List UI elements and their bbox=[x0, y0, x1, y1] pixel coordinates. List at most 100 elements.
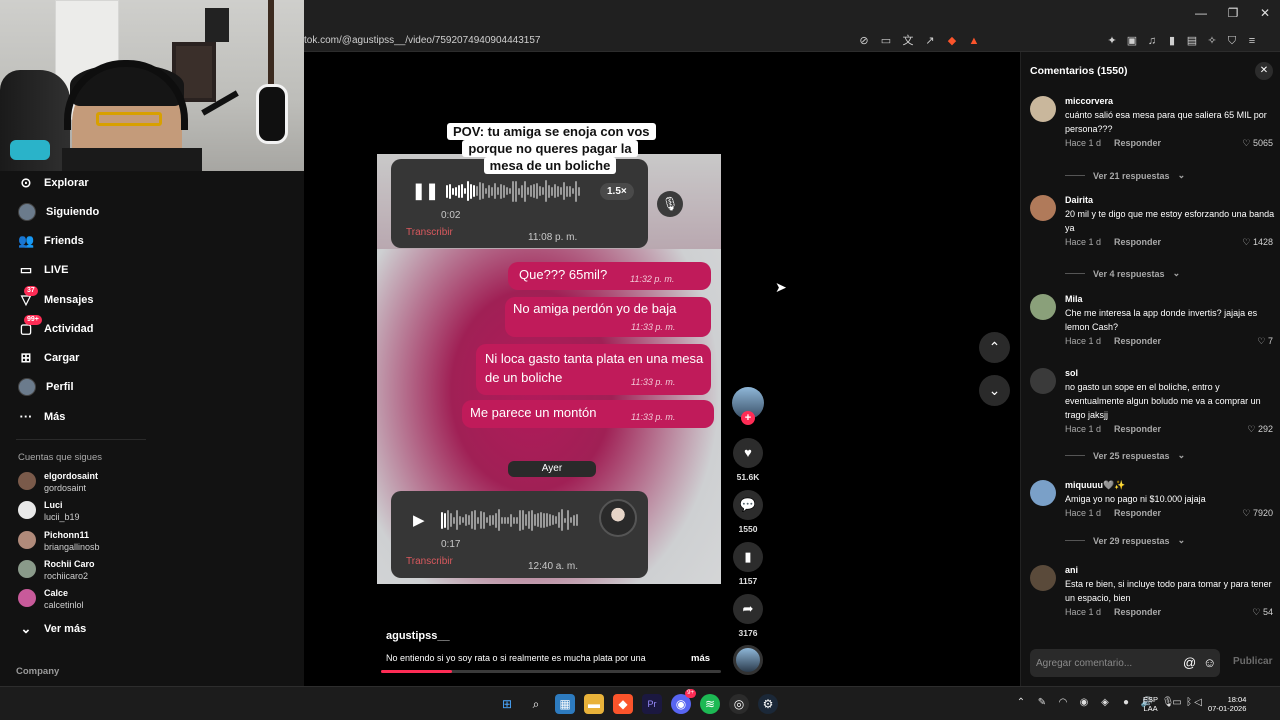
leo-icon[interactable]: ✧ bbox=[1204, 33, 1220, 49]
reply-button[interactable]: Responder bbox=[1114, 336, 1161, 346]
menu-icon[interactable]: ≡ bbox=[1244, 33, 1260, 49]
avatar[interactable] bbox=[1030, 368, 1056, 394]
music-disc-icon[interactable] bbox=[733, 645, 763, 675]
extensions-icon[interactable]: ✦ bbox=[1104, 33, 1120, 49]
headset-icon[interactable]: ◠ bbox=[1056, 696, 1070, 710]
caption-more-link[interactable]: más bbox=[691, 653, 710, 664]
keyboard-language[interactable]: ESP LAA bbox=[1143, 695, 1158, 713]
comment-username[interactable]: miccorvera bbox=[1065, 96, 1113, 106]
chevron-up-icon[interactable]: ⌃ bbox=[1014, 696, 1028, 710]
view-replies-button[interactable]: Ver 4 respuestas ⌄ bbox=[1065, 268, 1180, 279]
play-icon[interactable]: ▶ bbox=[413, 511, 425, 529]
transcribe-link[interactable]: Transcribir bbox=[406, 556, 453, 567]
comment-username[interactable]: sol bbox=[1065, 368, 1078, 378]
audio-waveform[interactable] bbox=[446, 180, 580, 202]
avatar[interactable] bbox=[1030, 195, 1056, 221]
creator-username[interactable]: agustipss__ bbox=[386, 630, 450, 642]
comment-like-button[interactable]: ♡ 292 bbox=[1247, 424, 1273, 435]
post-comment-button[interactable]: Publicar bbox=[1233, 656, 1272, 667]
search-icon[interactable]: ⌕ bbox=[526, 694, 546, 714]
reply-button[interactable]: Responder bbox=[1114, 237, 1161, 247]
sidebar-item-live[interactable]: ▭ LIVE bbox=[18, 260, 69, 280]
avatar[interactable] bbox=[1030, 294, 1056, 320]
view-replies-button[interactable]: Ver 25 respuestas ⌄ bbox=[1065, 450, 1185, 461]
comment-username[interactable]: ani bbox=[1065, 565, 1078, 575]
close-comments-button[interactable]: ✕ bbox=[1255, 62, 1273, 80]
sidebar-item-actividad[interactable]: ▢ 99+ Actividad bbox=[18, 315, 94, 339]
cast-icon[interactable]: ▭ bbox=[878, 33, 894, 49]
clock[interactable]: 18:04 07-01-2026 bbox=[1208, 695, 1246, 713]
spotify-icon[interactable]: ≋ bbox=[700, 694, 720, 714]
comment-button[interactable]: 💬 1550 bbox=[732, 490, 764, 534]
restore-icon[interactable]: ❐ bbox=[1224, 4, 1242, 22]
discord-icon[interactable]: ◉ 9+ bbox=[671, 689, 696, 714]
wallet-icon[interactable]: ▤ bbox=[1184, 33, 1200, 49]
sidebar-item-mensajes[interactable]: ▽ 37 Mensajes bbox=[18, 286, 94, 310]
sidebar-icon[interactable]: ▮ bbox=[1164, 33, 1180, 49]
close-icon[interactable]: ✕ bbox=[1256, 4, 1274, 22]
save-button[interactable]: ▮ 1157 bbox=[732, 542, 764, 586]
following-account[interactable]: Rochii Caro rochiicaro2 bbox=[18, 559, 95, 582]
discord-tray-icon[interactable]: ◈ bbox=[1098, 696, 1112, 710]
view-replies-button[interactable]: Ver 21 respuestas ⌄ bbox=[1065, 170, 1185, 181]
sidebar-item-m-s[interactable]: ··· Más bbox=[18, 407, 66, 427]
no-translate-icon[interactable]: ⊘ bbox=[856, 33, 872, 49]
audio-waveform[interactable] bbox=[441, 509, 578, 531]
following-account[interactable]: Pichonn11 briangallinosb bbox=[18, 530, 100, 553]
steam-tray-icon[interactable]: ◉ bbox=[1077, 696, 1091, 710]
following-account[interactable]: Calce calcetinlol bbox=[18, 588, 84, 611]
reply-button[interactable]: Responder bbox=[1114, 424, 1161, 434]
obs-tray-icon[interactable]: ● bbox=[1119, 696, 1133, 710]
share-button[interactable]: ➦ 3176 bbox=[732, 594, 764, 638]
comment-like-button[interactable]: ♡ 7920 bbox=[1242, 508, 1273, 519]
network-icon[interactable]: ▭ bbox=[1170, 696, 1184, 710]
widgets-icon[interactable]: ▦ bbox=[555, 694, 575, 714]
brave-icon[interactable]: ◆ bbox=[613, 694, 633, 714]
comment-like-button[interactable]: ♡ 54 bbox=[1252, 607, 1273, 618]
vpn-icon[interactable]: ⛉ bbox=[1224, 33, 1240, 49]
see-more-following[interactable]: ⌄ Ver más bbox=[18, 619, 87, 639]
brave-shields-icon[interactable]: ◆ bbox=[944, 33, 960, 49]
sidebar-item-siguiendo[interactable]: Siguiendo bbox=[18, 202, 99, 222]
screenshot-icon[interactable]: ▣ bbox=[1124, 33, 1140, 49]
comment-username[interactable]: miquuuu🩶✨ bbox=[1065, 480, 1125, 491]
next-video-button[interactable]: ⌄ bbox=[979, 375, 1010, 406]
comment-like-button[interactable]: ♡ 1428 bbox=[1242, 237, 1273, 248]
follow-plus-icon[interactable]: + bbox=[741, 411, 755, 425]
sidebar-item-friends[interactable]: 👥 Friends bbox=[18, 231, 84, 251]
sidebar-item-cargar[interactable]: ⊞ Cargar bbox=[18, 348, 80, 368]
view-replies-button[interactable]: Ver 29 respuestas ⌄ bbox=[1065, 535, 1185, 546]
brave-rewards-icon[interactable]: ▲ bbox=[966, 33, 982, 49]
emoji-icon[interactable]: ☺ bbox=[1203, 655, 1216, 670]
reply-button[interactable]: Responder bbox=[1114, 138, 1161, 148]
mention-icon[interactable]: @ bbox=[1183, 655, 1196, 670]
translate-icon[interactable]: 文 bbox=[900, 33, 916, 49]
pen-icon[interactable]: ✎ bbox=[1035, 696, 1049, 710]
like-button[interactable]: ♥ 51.6K bbox=[732, 438, 764, 482]
obs-icon[interactable]: ◎ bbox=[729, 694, 749, 714]
file-explorer-icon[interactable]: ▬ bbox=[584, 694, 604, 714]
sidebar-item-perfil[interactable]: Perfil bbox=[18, 377, 74, 397]
premiere-icon[interactable]: Pr bbox=[642, 694, 662, 714]
url-text[interactable]: tok.com/@agustipss__/video/7592074940904… bbox=[304, 35, 540, 46]
comment-username[interactable]: Mila bbox=[1065, 294, 1083, 304]
pause-icon[interactable]: ❚❚ bbox=[412, 181, 439, 201]
company-link[interactable]: Company bbox=[16, 666, 59, 677]
sidebar-item-explorar[interactable]: ⊙ Explorar bbox=[18, 173, 89, 193]
avatar[interactable] bbox=[1030, 565, 1056, 591]
following-account[interactable]: Luci lucii_b19 bbox=[18, 500, 80, 523]
transcribe-link[interactable]: Transcribir bbox=[406, 227, 453, 238]
media-icon[interactable]: ♫ bbox=[1144, 33, 1160, 49]
video-progress-bar[interactable] bbox=[381, 670, 721, 673]
steam-icon[interactable]: ⚙ bbox=[758, 694, 778, 714]
previous-video-button[interactable]: ⌃ bbox=[979, 332, 1010, 363]
avatar[interactable] bbox=[1030, 96, 1056, 122]
windows-start-icon[interactable]: ⊞ bbox=[497, 694, 517, 714]
comment-username[interactable]: Dairita bbox=[1065, 195, 1093, 205]
reply-button[interactable]: Responder bbox=[1114, 607, 1161, 617]
reply-button[interactable]: Responder bbox=[1114, 508, 1161, 518]
minimize-icon[interactable]: — bbox=[1192, 4, 1210, 22]
comment-like-button[interactable]: ♡ 5065 bbox=[1242, 138, 1273, 149]
avatar[interactable] bbox=[1030, 480, 1056, 506]
share-icon[interactable]: ↗ bbox=[922, 33, 938, 49]
